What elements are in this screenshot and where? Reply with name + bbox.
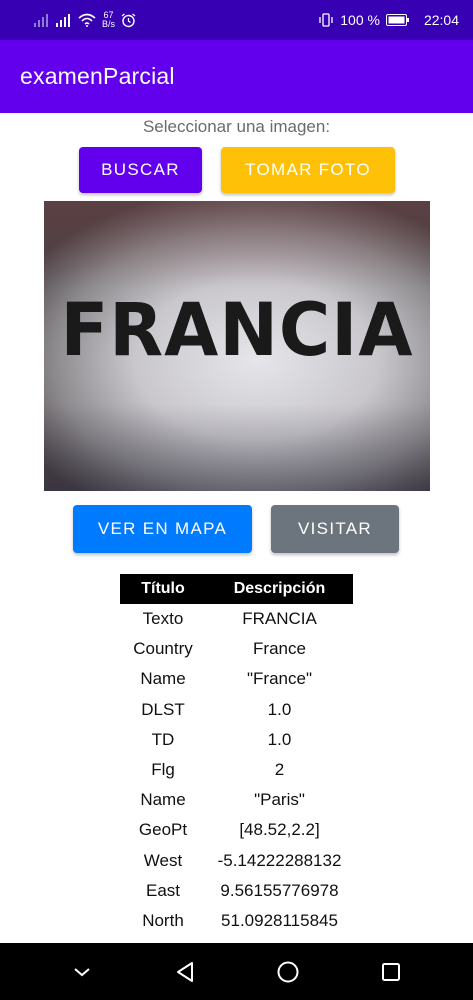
wifi-icon — [78, 13, 96, 27]
row-value: FRANCIA — [242, 609, 317, 629]
table-row: West -5.14222288132 — [120, 846, 353, 876]
tomar-foto-button[interactable]: TOMAR FOTO — [221, 147, 395, 193]
selected-image: FRANCIA — [44, 201, 430, 491]
status-bar-left: 67 B/s — [34, 11, 136, 29]
table-row: East 9.56155776978 — [120, 876, 353, 906]
app-title: examenParcial — [20, 63, 175, 89]
ver-en-mapa-button[interactable]: VER EN MAPA — [73, 505, 252, 553]
net-speed: 67 B/s — [102, 11, 115, 29]
table-row: GeoPt [48.52,2.2] — [120, 815, 353, 845]
row-key: Texto — [142, 609, 184, 629]
row-key: Flg — [151, 760, 175, 780]
row-key: West — [143, 850, 183, 870]
row-value: 2 — [274, 760, 285, 780]
status-bar: 67 B/s 100 % 22:04 — [0, 0, 473, 40]
net-speed-unit: B/s — [102, 19, 116, 29]
buscar-button[interactable]: BUSCAR — [79, 147, 202, 193]
vibrate-icon — [318, 13, 334, 27]
row-key: TD — [151, 729, 175, 749]
row-key: DLST — [141, 699, 185, 719]
chevron-down-icon[interactable] — [62, 952, 102, 992]
battery-percent: 100 % — [340, 12, 380, 28]
row-value: 9.56155776978 — [220, 880, 339, 900]
header-titulo: Título — [141, 580, 185, 597]
table-row: Name "Paris" — [120, 785, 353, 815]
row-value: France — [253, 639, 306, 659]
header-descripcion: Descripción — [233, 580, 326, 597]
image-text: FRANCIA — [60, 286, 414, 374]
signal-icon — [34, 13, 50, 27]
visitar-button[interactable]: VISITAR — [271, 505, 399, 553]
table-row: Country France — [120, 634, 353, 664]
alarm-icon — [121, 12, 136, 28]
status-time: 22:04 — [423, 12, 459, 28]
app-bar: examenParcial — [0, 40, 473, 113]
table-header: Título Descripción — [120, 574, 353, 604]
row-value: "Paris" — [254, 790, 305, 810]
table-row: Flg 2 — [120, 755, 353, 785]
row-key: Country — [133, 639, 193, 659]
row-value: -5.14222288132 — [217, 850, 342, 870]
row-key: GeoPt — [138, 820, 188, 840]
table-row: TD 1.0 — [120, 725, 353, 755]
row-value: 51.0928115845 — [221, 910, 338, 930]
table-row: Name "France" — [120, 664, 353, 694]
row-key: North — [142, 910, 184, 930]
signal-icon — [56, 13, 72, 27]
results-table: Título Descripción Texto FRANCIA Country F… — [120, 574, 353, 936]
back-icon[interactable] — [165, 952, 205, 992]
status-bar-right: 100 % 22:04 — [318, 12, 459, 28]
table-row: Texto FRANCIA — [120, 604, 353, 634]
row-key: East — [145, 880, 181, 900]
row-value: "France" — [247, 669, 312, 689]
table-row: North 51.0928115845 — [120, 906, 353, 936]
table-row: DLST 1.0 — [120, 695, 353, 725]
row-key: Name — [140, 790, 186, 810]
home-icon[interactable] — [268, 952, 308, 992]
navigation-bar — [0, 943, 473, 1000]
select-image-prompt: Seleccionar una imagen: — [142, 117, 331, 136]
row-value: 1.0 — [267, 699, 292, 719]
recents-icon[interactable] — [371, 952, 411, 992]
row-value: [48.52,2.2] — [239, 820, 320, 840]
battery-icon — [385, 14, 410, 26]
row-value: 1.0 — [267, 729, 292, 749]
row-key: Name — [140, 669, 186, 689]
